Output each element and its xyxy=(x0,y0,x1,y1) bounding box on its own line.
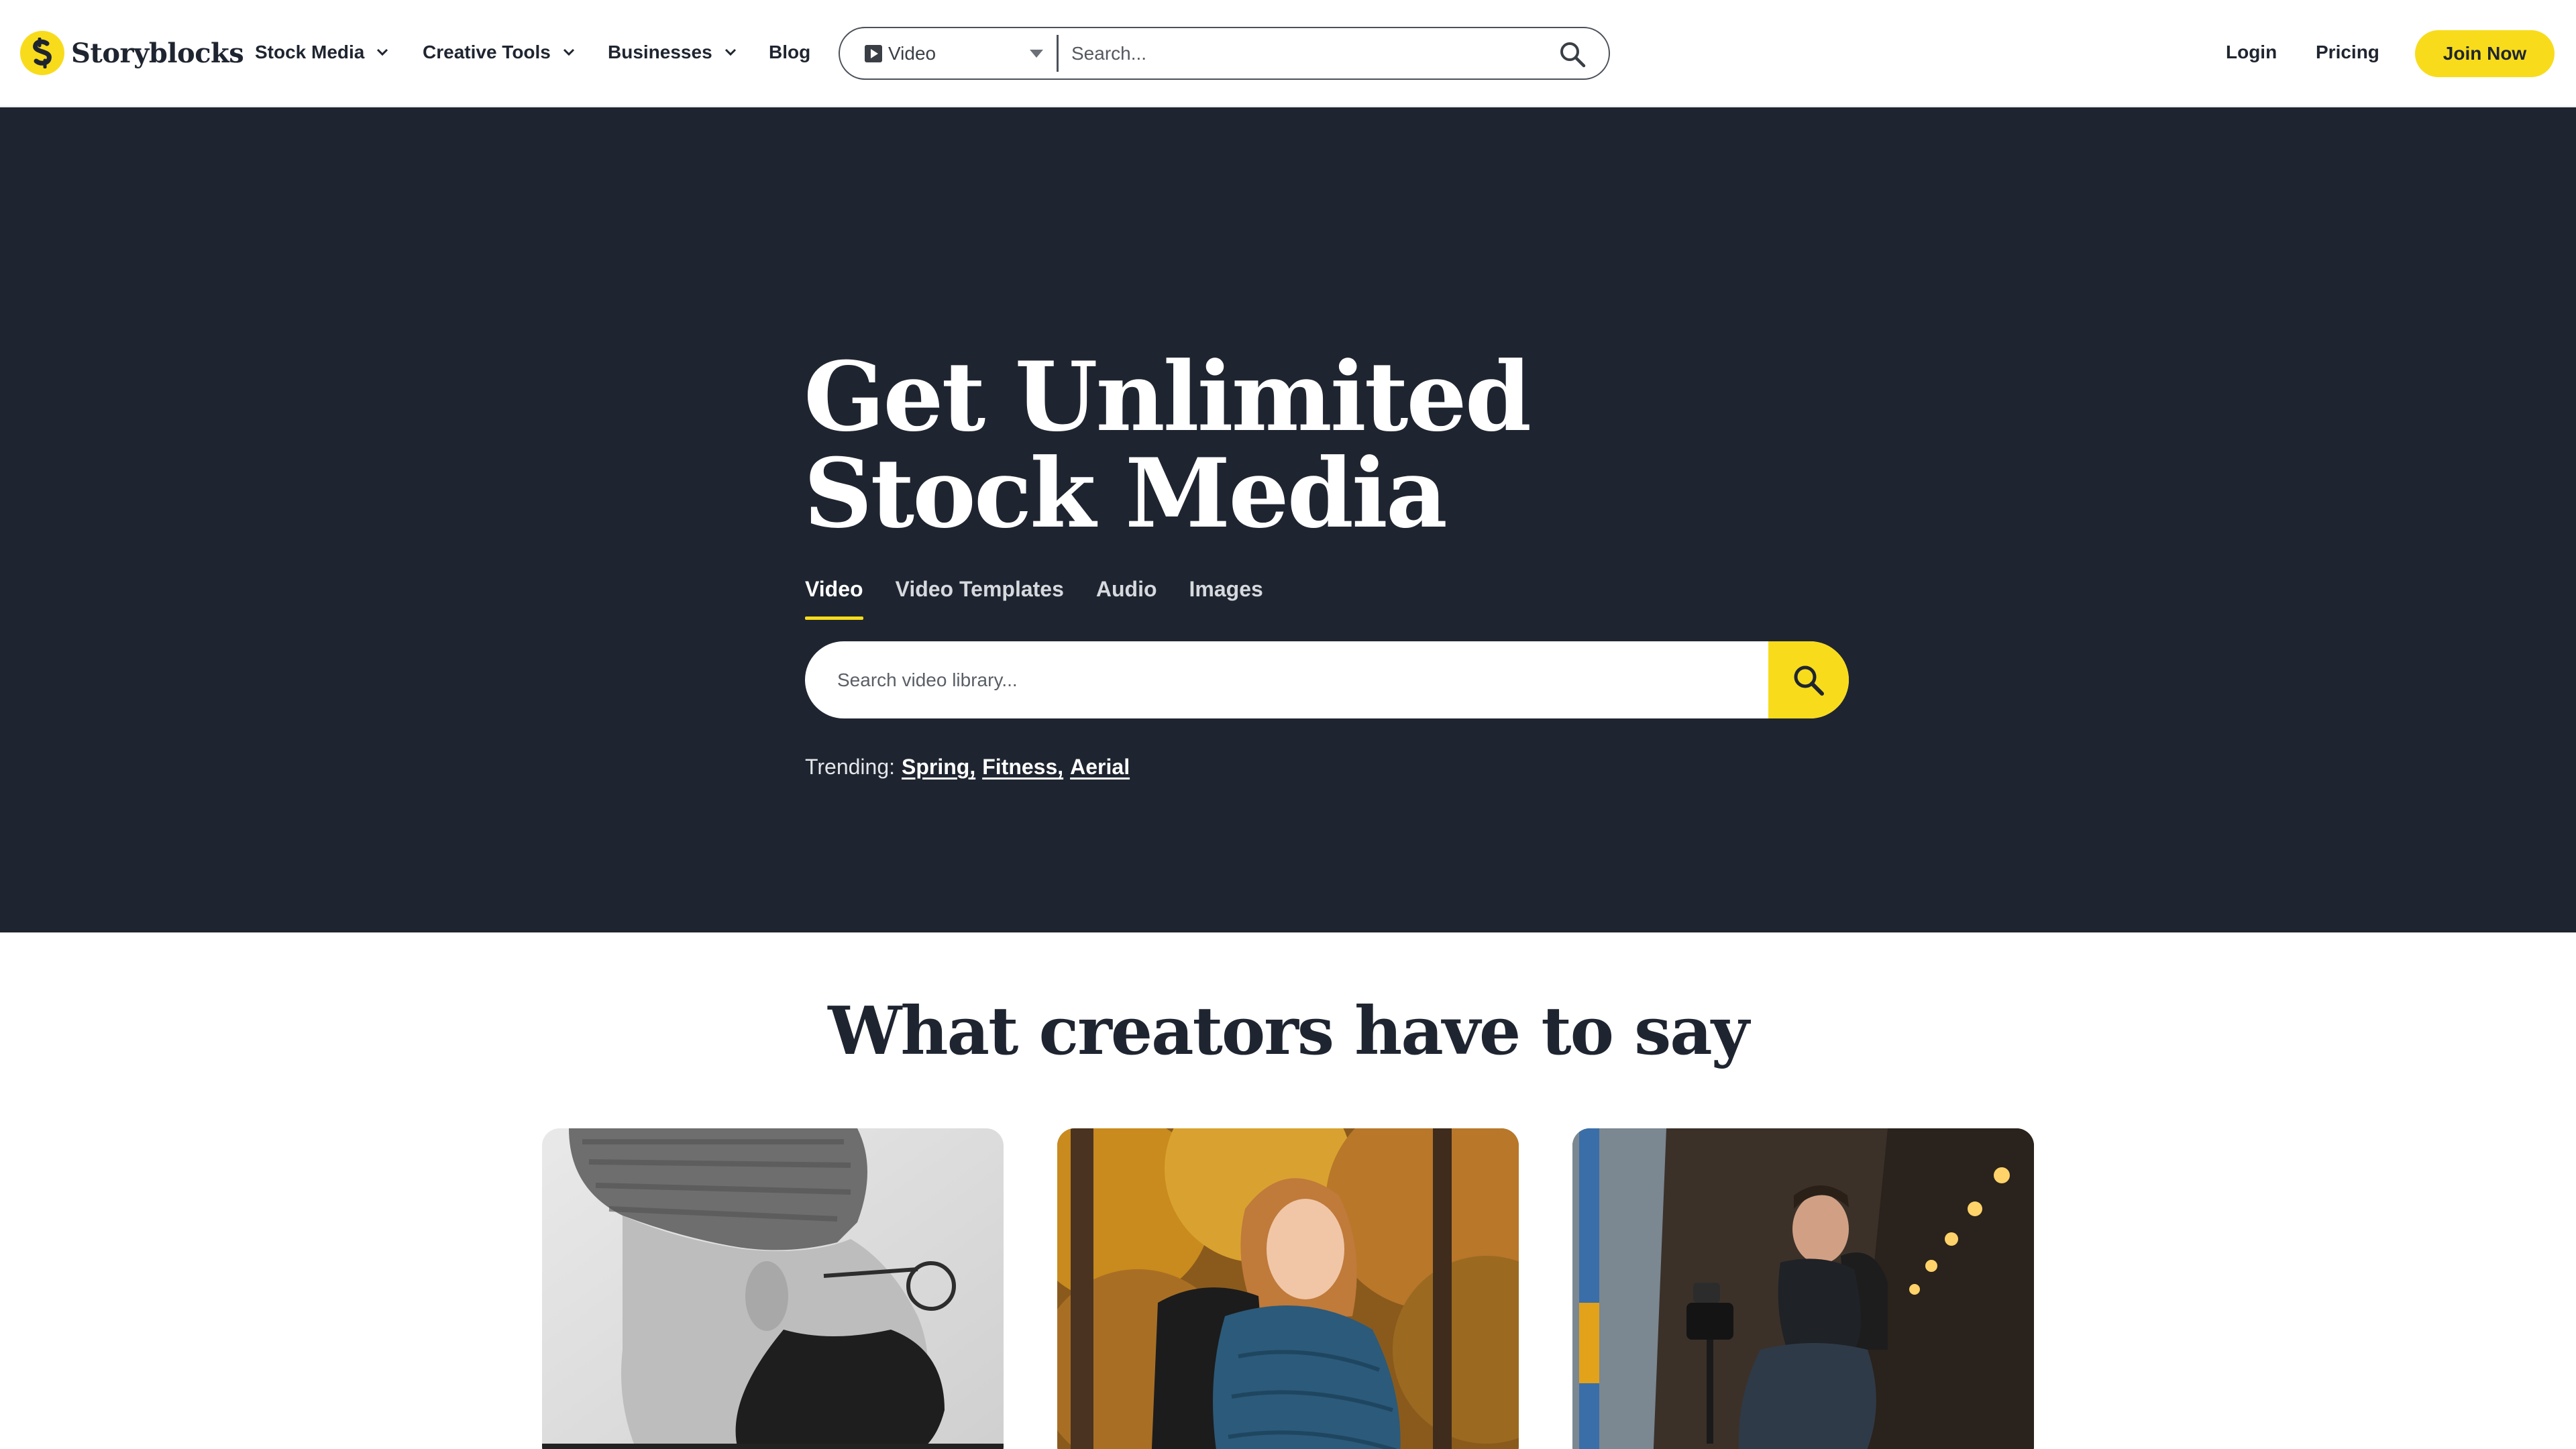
chevron-down-icon xyxy=(563,48,574,56)
nav-stock-media-label: Stock Media xyxy=(255,42,365,62)
join-now-button[interactable]: Join Now xyxy=(2415,30,2555,77)
media-type-label: Video xyxy=(888,42,936,64)
nav-creative-tools-label: Creative Tools xyxy=(423,42,551,62)
logo-wordmark: Storyblocks xyxy=(71,37,244,69)
hero-title-line2: Stock Media xyxy=(804,438,1448,549)
media-type-select[interactable]: Video xyxy=(840,28,1058,78)
creator-photo-hiker xyxy=(1057,1128,1519,1449)
search-divider xyxy=(1057,35,1059,72)
tab-video-templates[interactable]: Video Templates xyxy=(896,577,1064,617)
header-search-input[interactable] xyxy=(1071,35,1501,72)
caret-down-icon xyxy=(1030,50,1043,58)
search-icon[interactable] xyxy=(1558,40,1587,69)
testimonial-card-3[interactable] xyxy=(1572,1128,2034,1449)
trending-label: Trending: xyxy=(805,755,895,779)
pricing-link[interactable]: Pricing xyxy=(2316,38,2379,67)
media-type-tabs: Video Video Templates Audio Images xyxy=(805,577,1295,620)
nav-businesses-label: Businesses xyxy=(608,42,712,62)
hero-search-button[interactable] xyxy=(1768,641,1849,718)
trending-searches: Trending: Spring, Fitness, Aerial xyxy=(805,755,1130,780)
hero-title: Get Unlimited Stock Media xyxy=(804,349,1743,542)
tab-audio[interactable]: Audio xyxy=(1096,577,1157,617)
hero-title-line1: Get Unlimited xyxy=(804,341,1532,453)
chevron-down-icon xyxy=(724,48,736,56)
search-icon xyxy=(1794,665,1824,696)
hero-search-input[interactable] xyxy=(837,660,1750,700)
creator-photo-filmmaker xyxy=(1572,1128,2034,1449)
hero-search-bar xyxy=(805,641,1849,718)
hero-section: Get Unlimited Stock Media Video Video Te… xyxy=(0,107,2576,932)
nav-blog-label: Blog xyxy=(769,42,811,62)
tab-video[interactable]: Video xyxy=(805,577,863,620)
nav-businesses[interactable]: Businesses xyxy=(608,38,737,67)
trending-link-aerial[interactable]: Aerial xyxy=(1070,755,1130,780)
testimonials-title: What creators have to say xyxy=(828,993,1749,1070)
trending-link-spring[interactable]: Spring, xyxy=(902,755,975,780)
storyblocks-logo[interactable]: Storyblocks xyxy=(20,30,244,76)
top-navigation: Storyblocks Stock Media Creative Tools B… xyxy=(0,0,2576,107)
testimonial-card-1[interactable] xyxy=(542,1128,1004,1449)
login-link[interactable]: Login xyxy=(2226,38,2277,67)
trending-link-fitness[interactable]: Fitness, xyxy=(982,755,1063,780)
nav-stock-media[interactable]: Stock Media xyxy=(255,38,388,67)
creator-photo-portrait xyxy=(542,1128,1004,1449)
play-icon xyxy=(865,44,882,62)
tab-images[interactable]: Images xyxy=(1189,577,1263,617)
nav-creative-tools[interactable]: Creative Tools xyxy=(423,38,575,67)
logo-icon xyxy=(20,31,64,75)
testimonial-card-2[interactable] xyxy=(1057,1128,1519,1449)
nav-blog[interactable]: Blog xyxy=(769,38,810,67)
chevron-down-icon xyxy=(377,48,388,56)
header-search-bar: Video xyxy=(839,27,1610,80)
